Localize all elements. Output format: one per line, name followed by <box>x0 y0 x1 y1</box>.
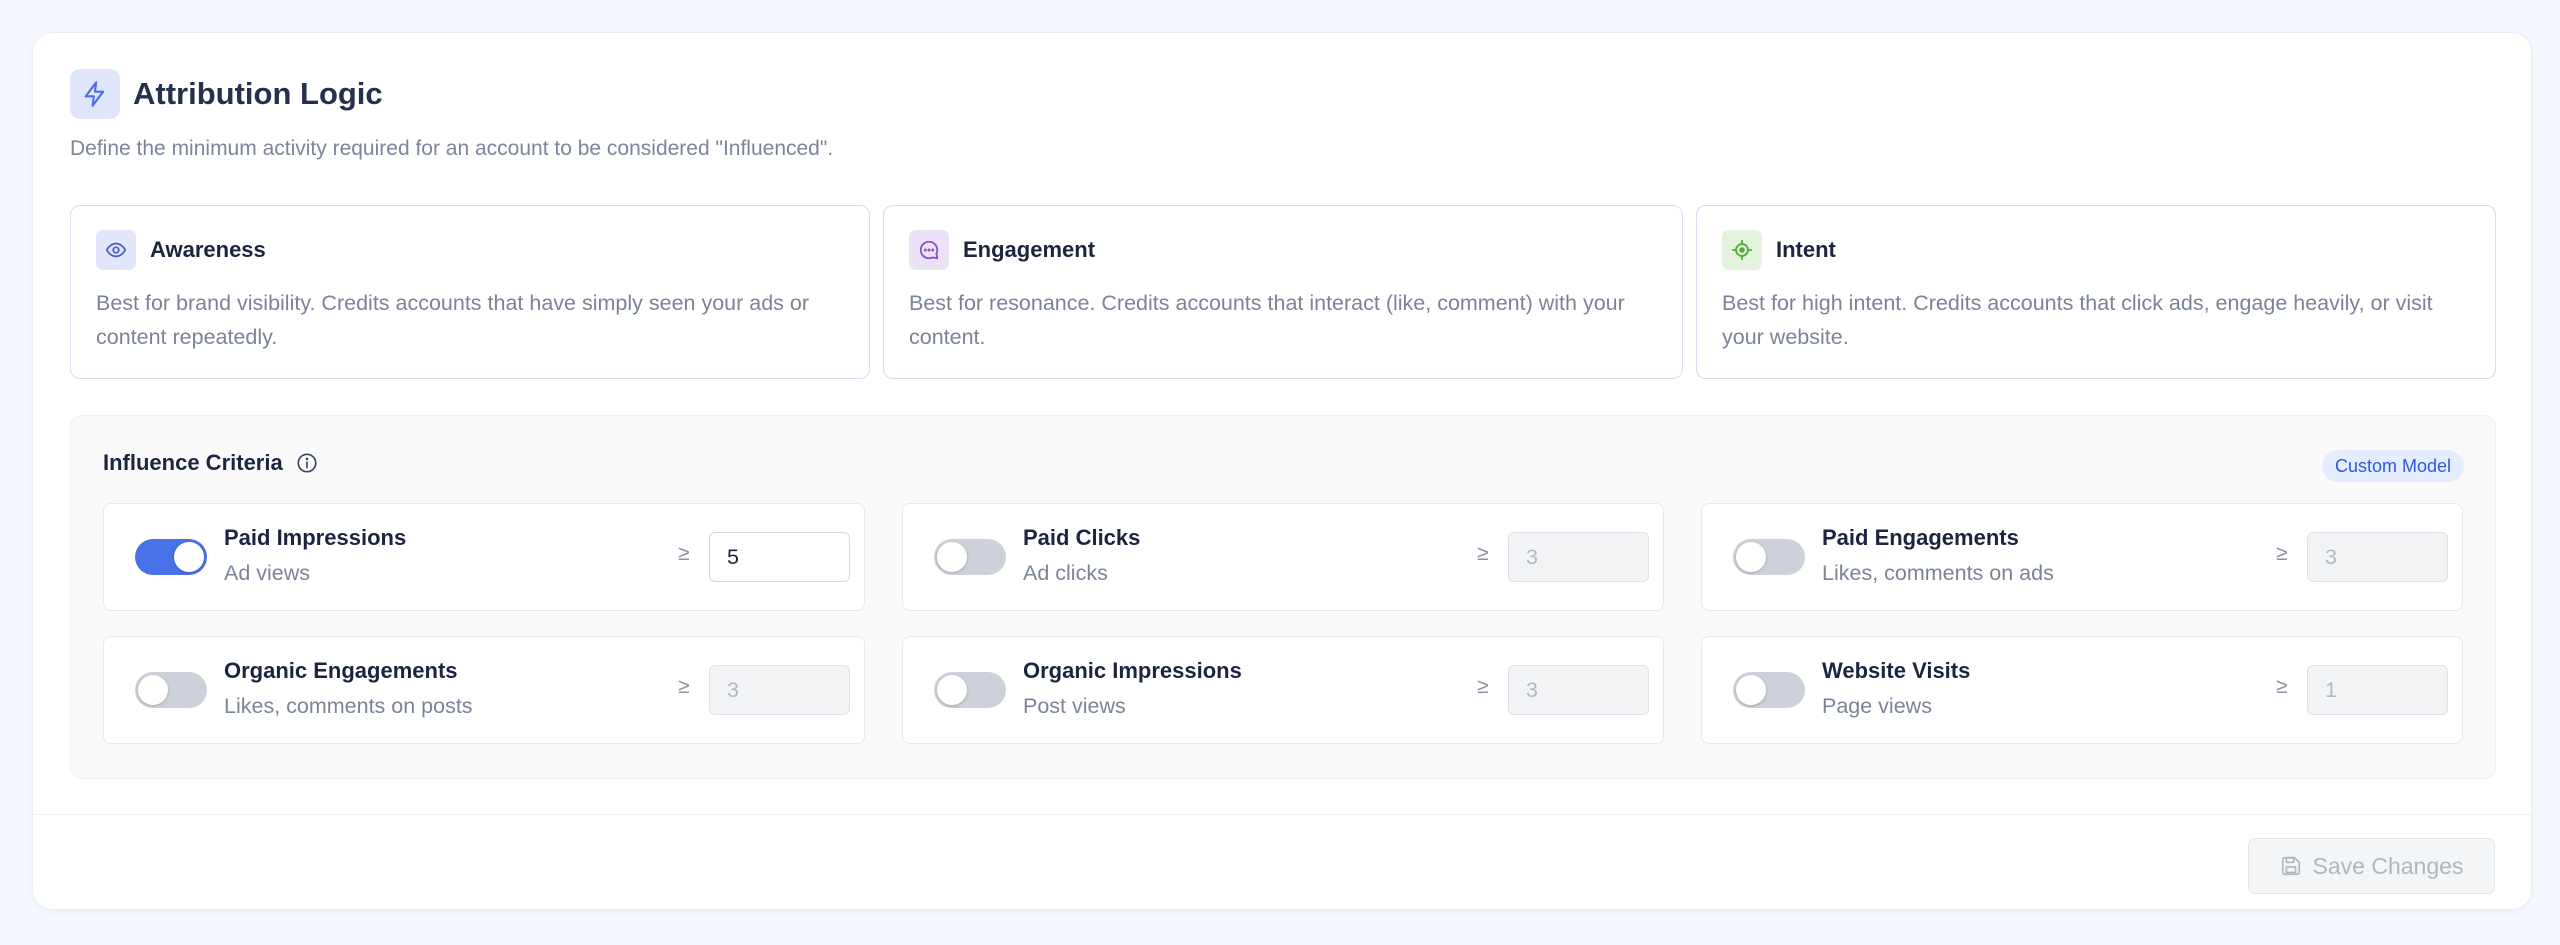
rule-website-visits: Website Visits Page views ≥ 1 <box>1701 636 2463 744</box>
model-description: Best for high intent. Credits accounts t… <box>1722 291 2433 349</box>
rule-sublabel: Likes, comments on posts <box>224 694 473 718</box>
model-card-intent[interactable]: Intent Best for high intent. Credits acc… <box>1696 205 2496 379</box>
rule-label: Paid Engagements <box>1822 525 2019 550</box>
gte-symbol: ≥ <box>1477 542 1489 565</box>
paid-engagements-threshold-input[interactable]: 3 <box>2307 532 2448 582</box>
model-name: Intent <box>1776 237 1836 262</box>
save-changes-button[interactable]: Save Changes <box>2248 838 2495 894</box>
target-icon <box>1722 230 1762 270</box>
custom-model-badge: Custom Model <box>2321 450 2464 482</box>
organic-impressions-toggle[interactable] <box>934 672 1006 708</box>
criteria-grid: Paid Impressions Ad views ≥ 5 Paid Click… <box>103 503 2463 744</box>
website-visits-threshold-input[interactable]: 1 <box>2307 665 2448 715</box>
model-card-awareness[interactable]: Awareness Best for brand visibility. Cre… <box>70 205 870 379</box>
model-description: Best for resonance. Credits accounts tha… <box>909 291 1625 349</box>
rule-sublabel: Ad views <box>224 561 311 585</box>
rule-sublabel: Page views <box>1822 694 1932 718</box>
save-label: Save Changes <box>2312 852 2464 879</box>
rule-organic-impressions: Organic Impressions Post views ≥ 3 <box>902 636 1664 744</box>
influence-criteria-panel: Influence Criteria Custom Model Paid Imp… <box>70 415 2496 779</box>
paid-impressions-toggle[interactable] <box>135 539 207 575</box>
organic-impressions-threshold-input[interactable]: 3 <box>1508 665 1649 715</box>
gte-symbol: ≥ <box>678 542 690 565</box>
gte-symbol: ≥ <box>2276 542 2288 565</box>
criteria-title: Influence Criteria <box>103 450 283 475</box>
rule-label: Organic Engagements <box>224 658 458 683</box>
rule-sublabel: Ad clicks <box>1023 561 1108 585</box>
gte-symbol: ≥ <box>1477 675 1489 698</box>
rule-organic-engagements: Organic Engagements Likes, comments on p… <box>103 636 865 744</box>
lightning-icon <box>70 69 120 119</box>
rule-label: Website Visits <box>1822 658 1971 683</box>
rule-paid-engagements: Paid Engagements Likes, comments on ads … <box>1701 503 2463 611</box>
rule-sublabel: Post views <box>1023 694 1126 718</box>
paid-clicks-toggle[interactable] <box>934 539 1006 575</box>
rule-label: Paid Clicks <box>1023 525 1141 550</box>
page-subtitle: Define the minimum activity required for… <box>70 137 834 160</box>
rule-label: Organic Impressions <box>1023 658 1242 683</box>
rule-label: Paid Impressions <box>224 525 407 550</box>
gte-symbol: ≥ <box>678 675 690 698</box>
footer-divider <box>33 814 2531 815</box>
info-icon[interactable] <box>296 452 318 474</box>
paid-clicks-threshold-input[interactable]: 3 <box>1508 532 1649 582</box>
model-name: Engagement <box>963 237 1096 262</box>
rule-paid-clicks: Paid Clicks Ad clicks ≥ 3 <box>902 503 1664 611</box>
model-description: Best for brand visibility. Credits accou… <box>96 291 810 349</box>
attribution-logic-card: Attribution Logic Define the minimum act… <box>32 32 2532 910</box>
model-options: Awareness Best for brand visibility. Cre… <box>70 205 2496 379</box>
rule-paid-impressions: Paid Impressions Ad views ≥ 5 <box>103 503 865 611</box>
save-icon <box>2280 855 2302 877</box>
eye-icon <box>96 230 136 270</box>
website-visits-toggle[interactable] <box>1733 672 1805 708</box>
gte-symbol: ≥ <box>2276 675 2288 698</box>
model-name: Awareness <box>150 237 266 262</box>
paid-engagements-toggle[interactable] <box>1733 539 1805 575</box>
page-title: Attribution Logic <box>133 76 383 111</box>
chat-icon <box>909 230 949 270</box>
rule-sublabel: Likes, comments on ads <box>1822 561 2054 585</box>
model-card-engagement[interactable]: Engagement Best for resonance. Credits a… <box>883 205 1683 379</box>
organic-engagements-toggle[interactable] <box>135 672 207 708</box>
paid-impressions-threshold-input[interactable]: 5 <box>709 532 850 582</box>
section-header: Attribution Logic <box>70 69 383 119</box>
organic-engagements-threshold-input[interactable]: 3 <box>709 665 850 715</box>
